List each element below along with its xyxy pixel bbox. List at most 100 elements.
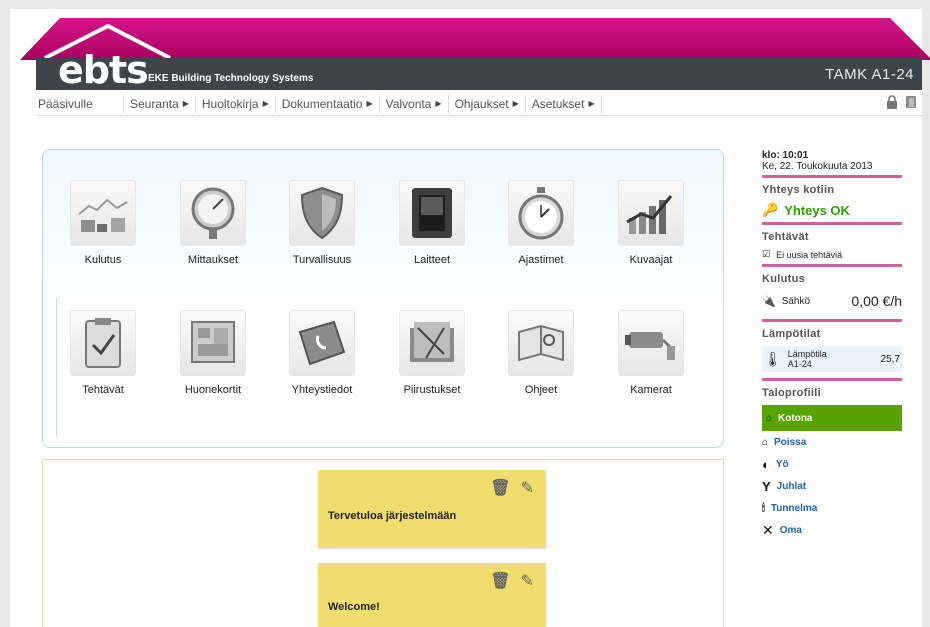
tile-label: Kamerat xyxy=(630,384,672,396)
arrow-right-icon: ▶ xyxy=(588,98,595,108)
tile-laitteet[interactable]: Laitteet xyxy=(377,180,487,266)
divider xyxy=(762,319,902,322)
profile-label: Yö xyxy=(775,458,789,470)
connection-status: Yhteys OK xyxy=(784,202,850,218)
floorplan-icon xyxy=(180,310,246,376)
nav-huoltokirja[interactable]: Huoltokirja ▶ xyxy=(196,94,276,113)
profile-tunnelma[interactable]: 🕯 Tunnelma xyxy=(762,497,902,519)
home-icon: ⌂ xyxy=(766,412,773,424)
nav-label: Dokumentaatio xyxy=(281,96,363,111)
trash-icon[interactable]: 🗑 xyxy=(490,478,510,498)
temps-title: Lämpötilat xyxy=(762,328,821,340)
nav-home-label: Pääsivulle xyxy=(38,96,93,111)
trash-icon[interactable]: 🗑 xyxy=(490,571,510,591)
profile-kotona[interactable]: ⌂ Kotona xyxy=(762,405,902,431)
tile-label: Kulutus xyxy=(84,254,122,266)
tile-huonekortit[interactable]: Huonekortit xyxy=(158,310,268,396)
tile-label: Tehtävät xyxy=(82,384,124,396)
arrow-right-icon: ▶ xyxy=(262,98,269,108)
note-card[interactable]: 🗑 ✎ Tervetuloa järjestelmään xyxy=(318,470,546,548)
profile-poissa[interactable]: ⌂ Poissa xyxy=(762,431,902,453)
tile-label: Huonekortit xyxy=(184,384,242,396)
consumption-value: 0,00 €/h xyxy=(851,293,902,309)
nav-asetukset[interactable]: Asetukset ▶ xyxy=(526,94,602,113)
switch-icon xyxy=(399,180,465,246)
note-title: Welcome! xyxy=(328,601,380,613)
profile-oma[interactable]: ✕ Oma xyxy=(762,519,902,541)
tile-piirustukset[interactable]: Piirustukset xyxy=(377,310,487,396)
tile-label: Laitteet xyxy=(413,254,451,266)
temp-location: A1-24 xyxy=(787,359,812,369)
logo[interactable]: ebts xyxy=(58,48,149,92)
cocktail-glass-icon: Y xyxy=(762,478,771,494)
tile-kuvaajat[interactable]: Kuvaajat xyxy=(596,180,706,266)
tile-label: Piirustukset xyxy=(403,384,461,396)
nav-dokumentaatio[interactable]: Dokumentaatio ▶ xyxy=(276,94,380,113)
consumption-label: Sähkö xyxy=(781,295,811,307)
header-roof xyxy=(20,18,930,60)
pencil-icon[interactable]: ✎ xyxy=(521,571,534,591)
nav-label: Asetukset xyxy=(531,96,585,111)
nav-label: Valvonta xyxy=(385,96,432,111)
consumption-chart-icon xyxy=(70,180,136,246)
divider xyxy=(762,222,902,225)
nav-seuranta[interactable]: Seuranta ▶ xyxy=(124,94,196,113)
arrow-right-icon: ▶ xyxy=(435,98,442,108)
logo-subtitle: EKE Building Technology Systems xyxy=(148,73,314,84)
nav-valvonta[interactable]: Valvonta ▶ xyxy=(380,94,449,113)
arrow-right-icon: ▶ xyxy=(366,98,373,108)
tile-label: Mittaukset xyxy=(187,254,239,266)
tile-ajastimet[interactable]: Ajastimet xyxy=(486,180,596,266)
tile-label: Ohjeet xyxy=(524,384,558,396)
tile-kulutus[interactable]: Kulutus xyxy=(48,180,158,266)
tile-label: Yhteystiedot xyxy=(291,384,353,396)
sidebar: klo: 10:01 Ke, 22. Toukokuuta 2013 Yhtey… xyxy=(762,150,902,541)
drawings-folder-icon xyxy=(399,310,465,376)
tile-ohjeet[interactable]: Ohjeet xyxy=(486,310,596,396)
phone-book-icon xyxy=(289,310,355,376)
lock-icon[interactable] xyxy=(886,95,898,109)
door-exit-icon[interactable] xyxy=(904,95,918,109)
temp-value: 25,7 xyxy=(880,353,900,365)
away-home-icon: ⌂ xyxy=(762,436,769,448)
nav-home[interactable]: Pääsivulle xyxy=(36,94,124,113)
tile-yhteystiedot[interactable]: Yhteystiedot xyxy=(267,310,377,396)
nav-label: Ohjaukset xyxy=(454,96,509,111)
camera-icon xyxy=(618,310,684,376)
nav-ohjaukset[interactable]: Ohjaukset ▶ xyxy=(449,94,526,113)
shield-icon xyxy=(289,180,355,246)
tasks-title: Tehtävät xyxy=(762,231,809,243)
tasks-status[interactable]: Ei uusia tehtäviä xyxy=(776,250,842,260)
tile-label: Kuvaajat xyxy=(629,254,673,266)
instructions-book-icon xyxy=(508,310,574,376)
tools-icon: ✕ xyxy=(762,521,774,538)
tile-turvallisuus[interactable]: Turvallisuus xyxy=(267,180,377,266)
clipboard-check-icon xyxy=(70,310,136,376)
profile-yo[interactable]: ◐ Yö xyxy=(762,453,902,475)
candles-icon: 🕯 xyxy=(762,502,765,514)
tile-mittaukset[interactable]: Mittaukset xyxy=(158,180,268,266)
profile-juhlat[interactable]: Y Juhlat xyxy=(762,475,902,497)
moon-icon: ◐ xyxy=(762,456,770,472)
tile-label: Ajastimet xyxy=(518,254,564,266)
arrow-right-icon: ▶ xyxy=(182,98,189,108)
profile-label: Tunnelma xyxy=(770,502,818,514)
tile-tehtavat[interactable]: Tehtävät xyxy=(48,310,158,396)
plug-icon: 🔌 xyxy=(762,295,776,308)
arrow-right-icon: ▶ xyxy=(512,98,519,108)
profile-label: Juhlat xyxy=(776,480,807,492)
tile-kamerat[interactable]: Kamerat xyxy=(596,310,706,396)
temperature-row[interactable]: 🌡 Lämpötila A1-24 25,7 xyxy=(762,346,902,372)
connection-title: Yhteys kotiin xyxy=(762,184,835,196)
gauge-icon xyxy=(180,180,246,246)
stopwatch-icon xyxy=(508,180,574,246)
key-icon: 🔑 xyxy=(762,202,779,217)
consumption-title: Kulutus xyxy=(762,273,806,285)
nav-label: Seuranta xyxy=(130,96,179,111)
note-card[interactable]: 🗑 ✎ Welcome! xyxy=(318,563,546,627)
pencil-icon[interactable]: ✎ xyxy=(521,478,534,498)
temp-label: Lämpötila xyxy=(787,349,827,359)
line-chart-icon xyxy=(618,180,684,246)
site-title: TAMK A1-24 xyxy=(825,66,914,83)
task-check-icon: ☑ xyxy=(762,249,771,259)
